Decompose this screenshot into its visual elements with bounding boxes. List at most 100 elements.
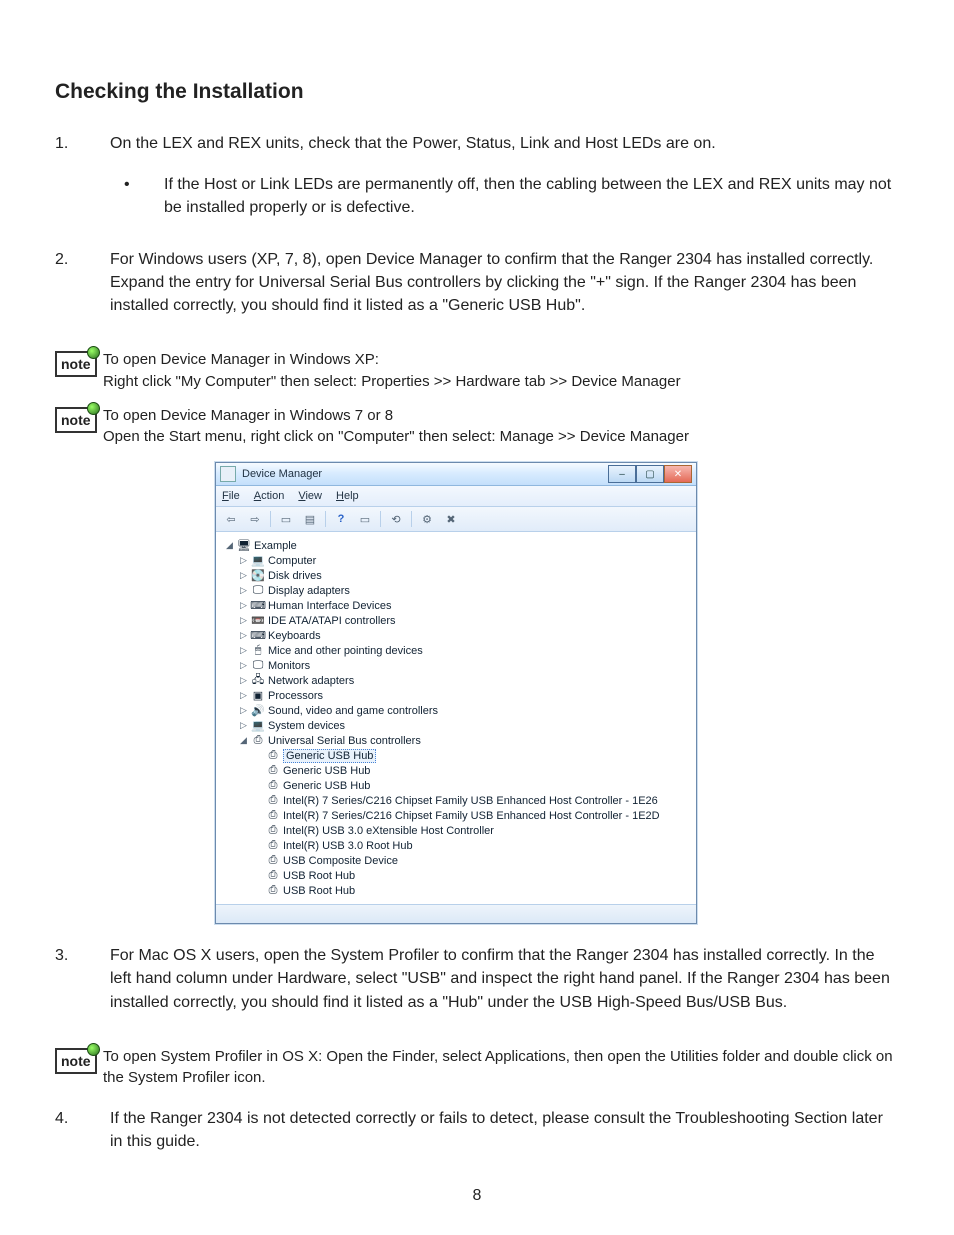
window-title: Device Manager [242, 468, 608, 480]
note-line: Open the Start menu, right click on "Com… [103, 426, 899, 448]
help-button[interactable]: ? [330, 509, 352, 529]
app-icon [220, 466, 236, 482]
monitor-icon: 🖵 [251, 660, 265, 672]
step-text: For Windows users (XP, 7, 8), open Devic… [110, 248, 899, 318]
page-number: 8 [0, 1187, 954, 1205]
usb-icon: ⎙ [266, 765, 280, 777]
maximize-button[interactable]: ▢ [636, 465, 664, 483]
tree-category-usb[interactable]: ◢⎙Universal Serial Bus controllers [224, 733, 692, 748]
tree-category[interactable]: ▷⌨Human Interface Devices [224, 598, 692, 613]
step-1: 1. On the LEX and REX units, check that … [55, 132, 899, 220]
usb-icon: ⎙ [266, 750, 280, 762]
tree-item[interactable]: ⎙Generic USB Hub [224, 763, 692, 778]
tree-category[interactable]: ▷🖧Network adapters [224, 673, 692, 688]
bullet-icon: • [110, 173, 164, 219]
tree-category[interactable]: ▷🖱Mice and other pointing devices [224, 643, 692, 658]
mouse-icon: 🖱 [251, 645, 265, 657]
menu-bar: File Action View Help [216, 486, 696, 507]
cpu-icon: ▣ [251, 690, 265, 702]
tree-category[interactable]: ▷📼IDE ATA/ATAPI controllers [224, 613, 692, 628]
device-tree[interactable]: ◢🖥Example ▷💻Computer ▷💽Disk drives ▷🖵Dis… [216, 532, 696, 904]
note-icon: note [55, 1042, 103, 1074]
usb-icon: ⎙ [266, 885, 280, 897]
tree-item[interactable]: ⎙Intel(R) 7 Series/C216 Chipset Family U… [224, 793, 692, 808]
tree-item[interactable]: ⎙Generic USB Hub [224, 778, 692, 793]
toolbar-button[interactable]: ▤ [299, 509, 321, 529]
step-text: On the LEX and REX units, check that the… [110, 135, 716, 152]
step-4: 4. If the Ranger 2304 is not detected co… [55, 1107, 899, 1153]
note-icon: note [55, 401, 103, 433]
tree-category[interactable]: ▷💻System devices [224, 718, 692, 733]
toolbar-button[interactable]: ▭ [354, 509, 376, 529]
usb-icon: ⎙ [266, 810, 280, 822]
note-line: Right click "My Computer" then select: P… [103, 371, 899, 393]
usb-icon: ⎙ [266, 870, 280, 882]
minimize-button[interactable]: – [608, 465, 636, 483]
tree-category[interactable]: ▷💻Computer [224, 553, 692, 568]
toolbar-button[interactable]: ▭ [275, 509, 297, 529]
network-icon: 🖧 [251, 675, 265, 687]
step-number: 1. [55, 132, 110, 220]
back-button[interactable]: ⇦ [220, 509, 242, 529]
tree-category[interactable]: ▷▣Processors [224, 688, 692, 703]
computer-icon: 💻 [251, 555, 265, 567]
status-bar [216, 904, 696, 923]
scan-button[interactable]: ⟲ [385, 509, 407, 529]
tree-category[interactable]: ▷💽Disk drives [224, 568, 692, 583]
step-text: For Mac OS X users, open the System Prof… [110, 944, 899, 1014]
forward-button[interactable]: ⇨ [244, 509, 266, 529]
usb-icon: ⎙ [266, 795, 280, 807]
tree-item-selected[interactable]: ⎙Generic USB Hub [224, 748, 692, 763]
tree-root[interactable]: ◢🖥Example [224, 538, 692, 553]
tree-item[interactable]: ⎙USB Composite Device [224, 853, 692, 868]
step-text: If the Ranger 2304 is not detected corre… [110, 1107, 899, 1153]
sub-list: • If the Host or Link LEDs are permanent… [110, 173, 899, 219]
tree-category[interactable]: ▷🔊Sound, video and game controllers [224, 703, 692, 718]
usb-icon: ⎙ [266, 855, 280, 867]
tree-category[interactable]: ▷⌨Keyboards [224, 628, 692, 643]
step-3: 3. For Mac OS X users, open the System P… [55, 944, 899, 1014]
close-button[interactable]: ✕ [664, 465, 692, 483]
tree-item[interactable]: ⎙Intel(R) USB 3.0 eXtensible Host Contro… [224, 823, 692, 838]
tree-item[interactable]: ⎙USB Root Hub [224, 868, 692, 883]
note-text: To open System Profiler in OS X: Open th… [103, 1042, 899, 1090]
note-win7: note To open Device Manager in Windows 7… [55, 401, 899, 449]
menu-help[interactable]: Help [336, 490, 359, 502]
toolbar-button[interactable]: ✖ [440, 509, 462, 529]
menu-view[interactable]: View [298, 490, 322, 502]
keyboard-icon: ⌨ [251, 630, 265, 642]
menu-action[interactable]: Action [254, 490, 285, 502]
menu-file[interactable]: File [222, 490, 240, 502]
display-icon: 🖵 [251, 585, 265, 597]
sound-icon: 🔊 [251, 705, 265, 717]
usb-icon: ⎙ [266, 840, 280, 852]
usb-icon: ⎙ [266, 780, 280, 792]
tree-category[interactable]: ▷🖵Display adapters [224, 583, 692, 598]
section-heading: Checking the Installation [55, 80, 899, 104]
step-number: 3. [55, 944, 110, 1014]
device-manager-window: Device Manager – ▢ ✕ File Action View He… [215, 462, 697, 924]
instruction-list-cont2: 4. If the Ranger 2304 is not detected co… [55, 1107, 899, 1153]
usb-icon: ⎙ [251, 735, 265, 747]
computer-icon: 🖥 [237, 540, 251, 552]
ide-icon: 📼 [251, 615, 265, 627]
sub-bullet: • If the Host or Link LEDs are permanent… [110, 173, 899, 219]
instruction-list-cont: 3. For Mac OS X users, open the System P… [55, 944, 899, 1014]
note-line: To open Device Manager in Windows 7 or 8 [103, 405, 899, 427]
sub-text: If the Host or Link LEDs are permanently… [164, 173, 899, 219]
tree-item[interactable]: ⎙Intel(R) USB 3.0 Root Hub [224, 838, 692, 853]
note-line: To open Device Manager in Windows XP: [103, 349, 899, 371]
toolbar: ⇦ ⇨ ▭ ▤ ? ▭ ⟲ ⚙ ✖ [216, 507, 696, 532]
hid-icon: ⌨ [251, 600, 265, 612]
toolbar-button[interactable]: ⚙ [416, 509, 438, 529]
step-2: 2. For Windows users (XP, 7, 8), open De… [55, 248, 899, 318]
tree-category[interactable]: ▷🖵Monitors [224, 658, 692, 673]
note-xp: note To open Device Manager in Windows X… [55, 345, 899, 393]
step-number: 2. [55, 248, 110, 318]
tree-item[interactable]: ⎙USB Root Hub [224, 883, 692, 898]
tree-item[interactable]: ⎙Intel(R) 7 Series/C216 Chipset Family U… [224, 808, 692, 823]
usb-icon: ⎙ [266, 825, 280, 837]
step-number: 4. [55, 1107, 110, 1153]
system-icon: 💻 [251, 720, 265, 732]
window-titlebar[interactable]: Device Manager – ▢ ✕ [216, 463, 696, 486]
